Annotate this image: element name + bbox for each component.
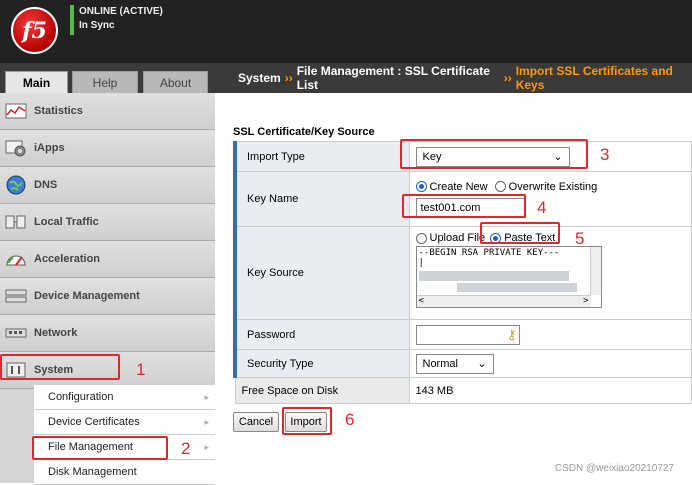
submenu-item-label: Disk Management	[48, 466, 137, 478]
submenu-item-device-certificates[interactable]: Device Certificates ▸	[34, 410, 215, 435]
annotation-number-3: 3	[600, 145, 610, 164]
annotation-number-5: 5	[575, 229, 585, 248]
password-cell: ⚷	[408, 319, 692, 350]
vertical-scrollbar[interactable]	[589, 247, 601, 295]
key-source-label: Key Source	[233, 226, 410, 320]
network-icon	[4, 324, 28, 342]
sidebar-item-acceleration[interactable]: Acceleration	[0, 241, 215, 278]
annotation-number-2: 2	[181, 439, 191, 458]
key-text-line: |	[418, 258, 424, 268]
tab-main[interactable]: Main	[5, 71, 68, 93]
security-type-label: Security Type	[233, 349, 410, 378]
annotation-box-import-type	[400, 139, 588, 169]
device-management-icon	[4, 287, 28, 305]
submenu-item-label: Configuration	[48, 391, 114, 403]
iapps-icon	[4, 139, 28, 157]
sidebar-item-label: Network	[34, 327, 78, 339]
breadcrumb-separator: ››	[503, 71, 512, 85]
tab-help[interactable]: Help	[72, 71, 138, 93]
sidebar-item-label: Device Management	[34, 290, 140, 302]
tab-about[interactable]: About	[143, 71, 208, 93]
free-space-label: Free Space on Disk	[234, 377, 410, 404]
system-submenu: Configuration ▸ Device Certificates ▸ Fi…	[34, 385, 215, 485]
create-new-label: Create New	[429, 180, 488, 193]
redacted-text	[418, 271, 569, 281]
redacted-text	[456, 283, 577, 292]
ssl-import-form: Import Type Key ⌄ Key Name Create New Ov…	[233, 141, 692, 404]
security-type-select[interactable]: Normal ⌄	[415, 353, 494, 374]
section-title: SSL Certificate/Key Source	[233, 126, 375, 138]
local-traffic-icon	[4, 213, 28, 231]
watermark: CSDN @weixiao20210727	[554, 463, 674, 474]
import-type-label: Import Type	[233, 141, 410, 172]
annotation-box-paste-text	[480, 222, 560, 244]
acceleration-icon	[4, 250, 28, 268]
breadcrumb-separator: ››	[284, 71, 293, 85]
annotation-box-import	[282, 407, 332, 435]
chevron-right-icon: ▸	[204, 441, 209, 452]
top-header: f5 ONLINE (ACTIVE) In Sync	[0, 0, 692, 63]
cancel-button[interactable]: Cancel	[233, 412, 279, 432]
chevron-right-icon: ▸	[204, 416, 209, 427]
key-text-area[interactable]: --BEGIN RSA PRIVATE KEY--- | < >	[415, 246, 602, 308]
breadcrumb: System ›› File Management : SSL Certific…	[230, 63, 692, 93]
annotation-box-file-management	[32, 436, 168, 460]
breadcrumb-current: Import SSL Certificates and Keys	[515, 64, 673, 92]
dns-icon	[4, 175, 28, 195]
status-online: ONLINE (ACTIVE)	[79, 6, 163, 17]
submenu-item-disk-management[interactable]: Disk Management	[34, 460, 215, 485]
password-label: Password	[233, 319, 410, 350]
sidebar-item-label: DNS	[34, 179, 58, 191]
sidebar-item-device-management[interactable]: Device Management	[0, 278, 215, 315]
key-icon: ⚷	[506, 326, 517, 342]
chevron-right-icon: ▸	[204, 391, 209, 402]
key-name-label: Key Name	[233, 171, 410, 227]
sidebar-item-dns[interactable]: DNS	[0, 167, 215, 204]
free-space-value: 143 MB	[408, 377, 692, 404]
create-new-radio[interactable]: Create New	[415, 180, 488, 193]
statistics-icon	[4, 102, 28, 120]
annotation-number-4: 4	[537, 198, 547, 217]
sidebar-item-network[interactable]: Network	[0, 315, 215, 352]
device-status: ONLINE (ACTIVE) In Sync	[70, 5, 163, 35]
submenu-item-label: Device Certificates	[48, 416, 140, 428]
key-text-line: --BEGIN RSA PRIVATE KEY---	[418, 248, 560, 258]
sidebar-item-statistics[interactable]: Statistics	[0, 93, 215, 130]
chevron-down-icon: ⌄	[477, 358, 487, 370]
annotation-box-key-name	[402, 194, 526, 218]
sidebar-item-label: Acceleration	[34, 253, 101, 265]
breadcrumb-system[interactable]: System	[238, 71, 281, 85]
password-input[interactable]: ⚷	[415, 324, 520, 345]
security-type-value: Normal	[422, 357, 458, 370]
upload-file-radio[interactable]: Upload File	[415, 232, 486, 244]
f5-logo: f5	[11, 7, 58, 54]
submenu-item-configuration[interactable]: Configuration ▸	[34, 385, 215, 410]
annotation-number-1: 1	[136, 360, 146, 379]
annotation-number-6: 6	[345, 410, 355, 429]
security-type-cell: Normal ⌄	[408, 349, 692, 378]
annotation-box-system	[0, 354, 120, 380]
sidebar-item-iapps[interactable]: iApps	[0, 130, 215, 167]
overwrite-existing-radio[interactable]: Overwrite Existing	[494, 180, 598, 193]
status-sync: In Sync	[79, 20, 115, 31]
sidebar-item-label: Local Traffic	[34, 216, 99, 228]
breadcrumb-ssl-list[interactable]: File Management : SSL Certificate List	[297, 64, 500, 92]
sidebar-item-local-traffic[interactable]: Local Traffic	[0, 204, 215, 241]
horizontal-scrollbar[interactable]: < >	[416, 295, 591, 307]
sidebar-item-label: iApps	[34, 142, 65, 154]
overwrite-label: Overwrite Existing	[508, 180, 598, 193]
sidebar-item-label: Statistics	[34, 105, 83, 117]
upload-file-label: Upload File	[429, 232, 486, 244]
tab-bar: Main Help About	[0, 63, 230, 93]
